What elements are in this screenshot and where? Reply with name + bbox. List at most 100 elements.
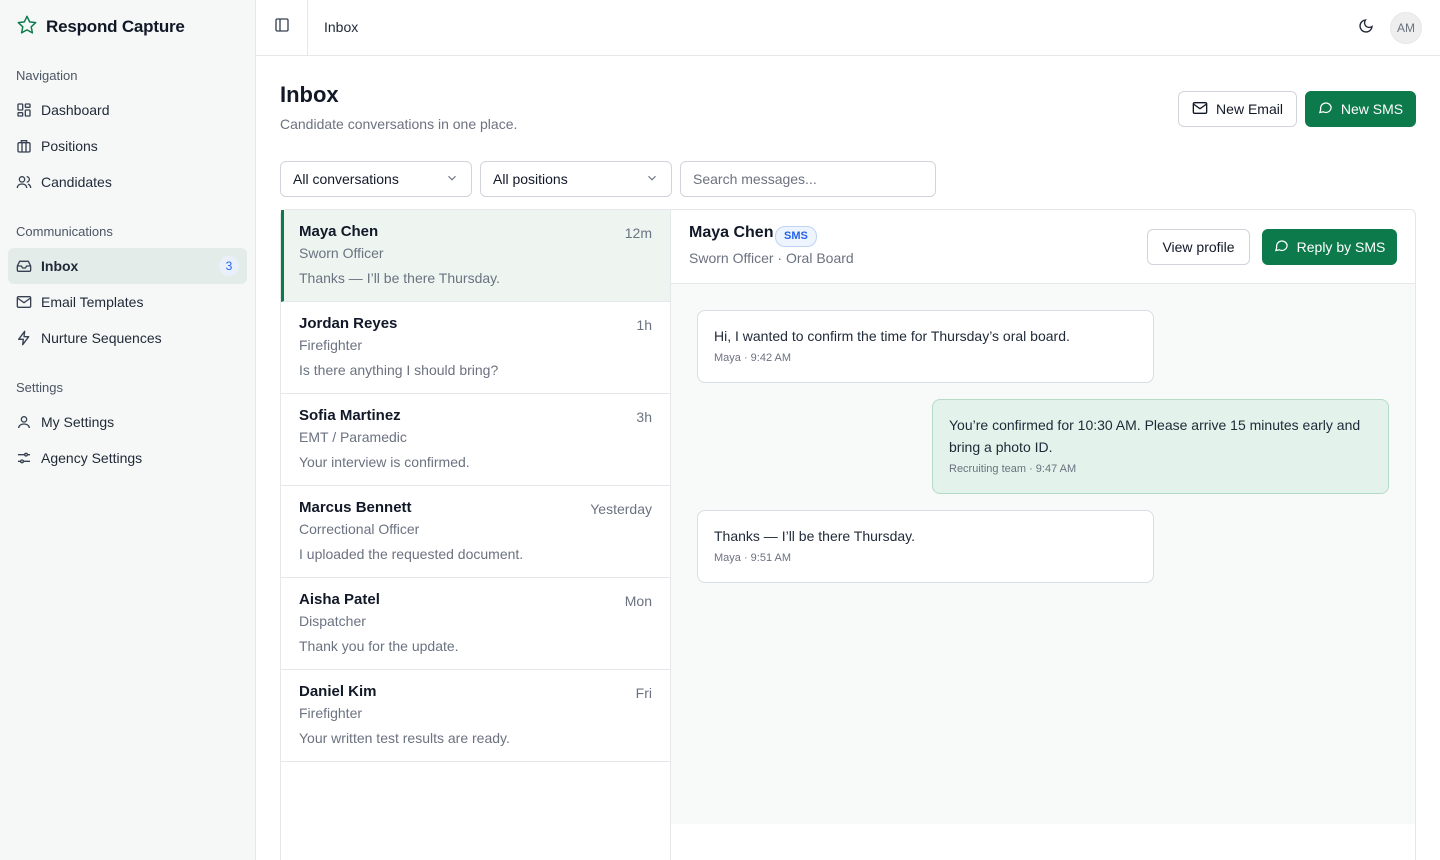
dashboard-grid-icon: [16, 102, 32, 118]
sidebar-item-nurture-sequences[interactable]: Nurture Sequences: [8, 320, 247, 356]
sidebar-item-my-settings[interactable]: My Settings: [8, 404, 247, 440]
page-title: Inbox: [280, 82, 339, 107]
briefcase-icon: [16, 138, 32, 154]
app-name: Respond Capture: [46, 17, 185, 36]
sidebar-toggle-button[interactable]: [256, 0, 308, 55]
reply-by-sms-label: Reply by SMS: [1296, 239, 1386, 255]
user-icon: [16, 414, 32, 430]
nav-group-label-communications: Communications: [16, 224, 113, 239]
message-meta: Maya · 9:51 AM: [714, 552, 792, 564]
sidebar-item-label: Candidates: [41, 174, 112, 190]
message-text: Thanks — I’ll be there Thursday.: [714, 528, 916, 544]
new-email-label: New Email: [1216, 101, 1283, 117]
page-subtitle: Candidate conversations in one place.: [280, 116, 518, 132]
thread-messages: Hi, I wanted to confirm the time for Thu…: [671, 284, 1415, 824]
conversation-filter-value: All conversations: [293, 171, 399, 187]
sidebar-item-email-templates[interactable]: Email Templates: [8, 284, 247, 320]
message-thread: Maya Chen SMS Sworn Officer · Oral Board…: [671, 210, 1415, 860]
mail-icon: [1192, 100, 1208, 119]
sidebar-item-positions[interactable]: Positions: [8, 128, 247, 164]
search-messages-input[interactable]: [680, 161, 936, 197]
message-meta: Recruiting team · 9:47 AM: [949, 463, 1077, 475]
inbox-icon: [16, 258, 32, 274]
topbar: Inbox AM: [256, 0, 1440, 56]
sidebar-item-dashboard[interactable]: Dashboard: [8, 92, 247, 128]
conversation-role: EMT / Paramedic: [299, 429, 407, 445]
conversation-item[interactable]: Jordan Reyes 1h Firefighter Is there any…: [281, 302, 670, 394]
sidebar-item-label: Positions: [41, 138, 98, 154]
conversation-role: Sworn Officer: [299, 245, 384, 261]
conversation-time: Mon: [624, 593, 652, 609]
sidebar-item-label: Email Templates: [41, 294, 144, 310]
conversation-name: Daniel Kim: [299, 683, 377, 700]
new-email-button[interactable]: New Email: [1178, 91, 1297, 127]
sidebar-item-agency-settings[interactable]: Agency Settings: [8, 440, 247, 476]
mail-icon: [16, 294, 32, 310]
sidebar-item-label: Inbox: [41, 258, 79, 274]
message-bubble-outgoing: You’re confirmed for 10:30 AM. Please ar…: [932, 399, 1389, 494]
conversation-name: Jordan Reyes: [299, 315, 398, 332]
sidebar-item-candidates[interactable]: Candidates: [8, 164, 247, 200]
star-logo-icon: [16, 14, 38, 41]
chevron-down-icon: [445, 171, 459, 188]
position-filter-value: All positions: [493, 171, 568, 187]
message-bubble-incoming: Hi, I wanted to confirm the time for Thu…: [697, 310, 1154, 383]
conversation-item[interactable]: Sofia Martinez 3h EMT / Paramedic Your i…: [281, 394, 670, 486]
conversation-item[interactable]: Daniel Kim Fri Firefighter Your written …: [281, 670, 670, 762]
conversation-panel: Maya Chen 12m Sworn Officer Thanks — I’l…: [280, 209, 1416, 860]
new-sms-button[interactable]: New SMS: [1305, 91, 1416, 127]
conversation-preview: Your interview is confirmed.: [299, 454, 470, 470]
conversation-time: Yesterday: [590, 501, 652, 517]
conversation-item[interactable]: Marcus Bennett Yesterday Correctional Of…: [281, 486, 670, 578]
new-sms-label: New SMS: [1340, 101, 1404, 117]
nav-group-label-settings: Settings: [16, 380, 63, 395]
conversation-time: 1h: [636, 317, 652, 333]
message-icon: [1274, 238, 1289, 256]
conversation-role: Dispatcher: [299, 613, 366, 629]
avatar[interactable]: AM: [1390, 12, 1422, 44]
conversation-role: Correctional Officer: [299, 521, 420, 537]
sidebar-item-inbox[interactable]: Inbox 3: [8, 248, 247, 284]
sidebar: Respond Capture Navigation Dashboard Pos…: [0, 0, 256, 860]
nav-group-label-navigation: Navigation: [16, 68, 78, 83]
inbox-unread-badge: 3: [219, 256, 239, 276]
channel-badge: SMS: [775, 226, 817, 247]
message-meta: Maya · 9:42 AM: [714, 352, 792, 364]
conversation-time: 3h: [636, 409, 652, 425]
users-icon: [16, 174, 32, 190]
sidebar-item-label: Nurture Sequences: [41, 330, 162, 346]
lightning-icon: [16, 330, 32, 346]
conversation-preview: Is there anything I should bring?: [299, 362, 499, 378]
sidebar-item-label: Agency Settings: [41, 450, 143, 466]
conversation-list: Maya Chen 12m Sworn Officer Thanks — I’l…: [281, 210, 671, 860]
moon-icon: [1358, 18, 1374, 39]
conversation-time: 12m: [624, 225, 652, 241]
breadcrumb: Inbox: [324, 19, 359, 35]
conversation-name: Sofia Martinez: [299, 407, 401, 424]
conversation-role: Firefighter: [299, 705, 363, 721]
chevron-down-icon: [645, 171, 659, 188]
sidebar-item-label: My Settings: [41, 414, 115, 430]
thread-subtitle: Sworn Officer · Oral Board: [689, 250, 854, 266]
thread-contact-name: Maya Chen: [689, 224, 774, 241]
brand[interactable]: Respond Capture: [0, 0, 255, 54]
thread-header: Maya Chen SMS Sworn Officer · Oral Board…: [671, 210, 1415, 284]
message-text: You’re confirmed for 10:30 AM. Please ar…: [949, 417, 1361, 455]
conversation-preview: I uploaded the requested document.: [299, 546, 524, 562]
position-filter-select[interactable]: All positions: [480, 161, 672, 197]
sidebar-item-label: Dashboard: [41, 102, 110, 118]
conversation-item[interactable]: Aisha Patel Mon Dispatcher Thank you for…: [281, 578, 670, 670]
view-profile-button[interactable]: View profile: [1147, 229, 1250, 265]
reply-by-sms-button[interactable]: Reply by SMS: [1262, 229, 1397, 265]
theme-toggle-button[interactable]: [1350, 12, 1382, 44]
conversation-preview: Thanks — I’ll be there Thursday.: [299, 270, 501, 286]
message-text: Hi, I wanted to confirm the time for Thu…: [714, 328, 1070, 344]
conversation-role: Firefighter: [299, 337, 363, 353]
conversation-time: Fri: [635, 685, 652, 701]
conversation-filter-select[interactable]: All conversations: [280, 161, 472, 197]
conversation-item[interactable]: Maya Chen 12m Sworn Officer Thanks — I’l…: [281, 210, 670, 302]
conversation-name: Maya Chen: [299, 223, 379, 240]
conversation-preview: Your written test results are ready.: [299, 730, 510, 746]
panel-left-icon: [274, 17, 290, 38]
conversation-name: Aisha Patel: [299, 591, 380, 608]
